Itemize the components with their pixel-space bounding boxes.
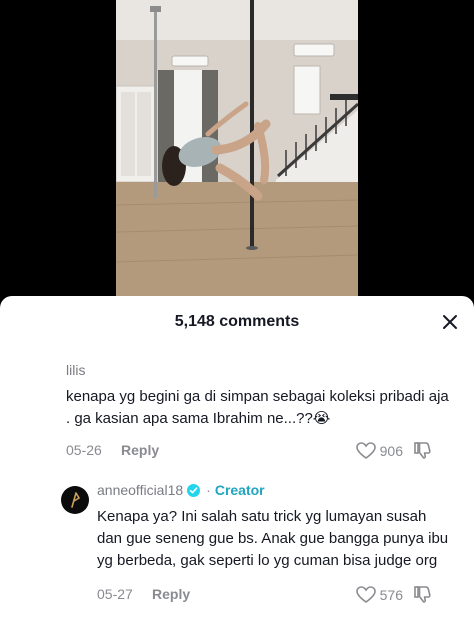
comment-author-row: anneofficial18 · Creator [97,482,452,498]
comment-username[interactable]: anneofficial18 [97,482,183,498]
comment-date: 05-27 [97,586,133,602]
like-button[interactable]: 906 [355,442,403,460]
reply-button[interactable]: Reply [121,442,159,458]
like-button[interactable]: 576 [355,586,403,604]
video-player[interactable] [116,0,358,296]
comment-text: Kenapa ya? Ini salah satu trick yg lumay… [97,508,449,569]
comment-date: 05-26 [66,442,102,458]
sheet-header: 5,148 comments [0,296,474,348]
comment-text: kenapa yg begini ga di simpan sebagai ko… [66,388,449,427]
creator-badge: Creator [214,482,265,498]
comment-meta: 05-27 Reply 576 [97,584,452,606]
video-frame [116,0,358,296]
heart-icon [355,586,376,603]
comment-item: anneofficial18 · Creator Kenapa ya? Ini … [0,482,474,606]
verified-icon [187,483,201,497]
close-icon[interactable] [440,312,460,332]
dislike-icon[interactable] [413,584,433,604]
dislike-icon[interactable] [413,440,433,460]
like-count: 906 [379,443,403,459]
creator-separator: · [206,482,211,498]
comment-meta: 05-26 Reply 906 [66,440,452,462]
comment-item: lilis kenapa yg begini ga di simpan seba… [0,362,474,462]
comment-sheet: 5,148 comments lilis kenapa yg begini ga… [0,296,474,621]
heart-icon [355,442,376,459]
comment-count: 5,148 comments [174,313,300,330]
screen: 5,148 comments lilis kenapa yg begini ga… [0,0,474,621]
like-count: 576 [379,587,403,603]
reply-button[interactable]: Reply [152,586,190,602]
comment-username[interactable]: lilis [66,362,452,378]
